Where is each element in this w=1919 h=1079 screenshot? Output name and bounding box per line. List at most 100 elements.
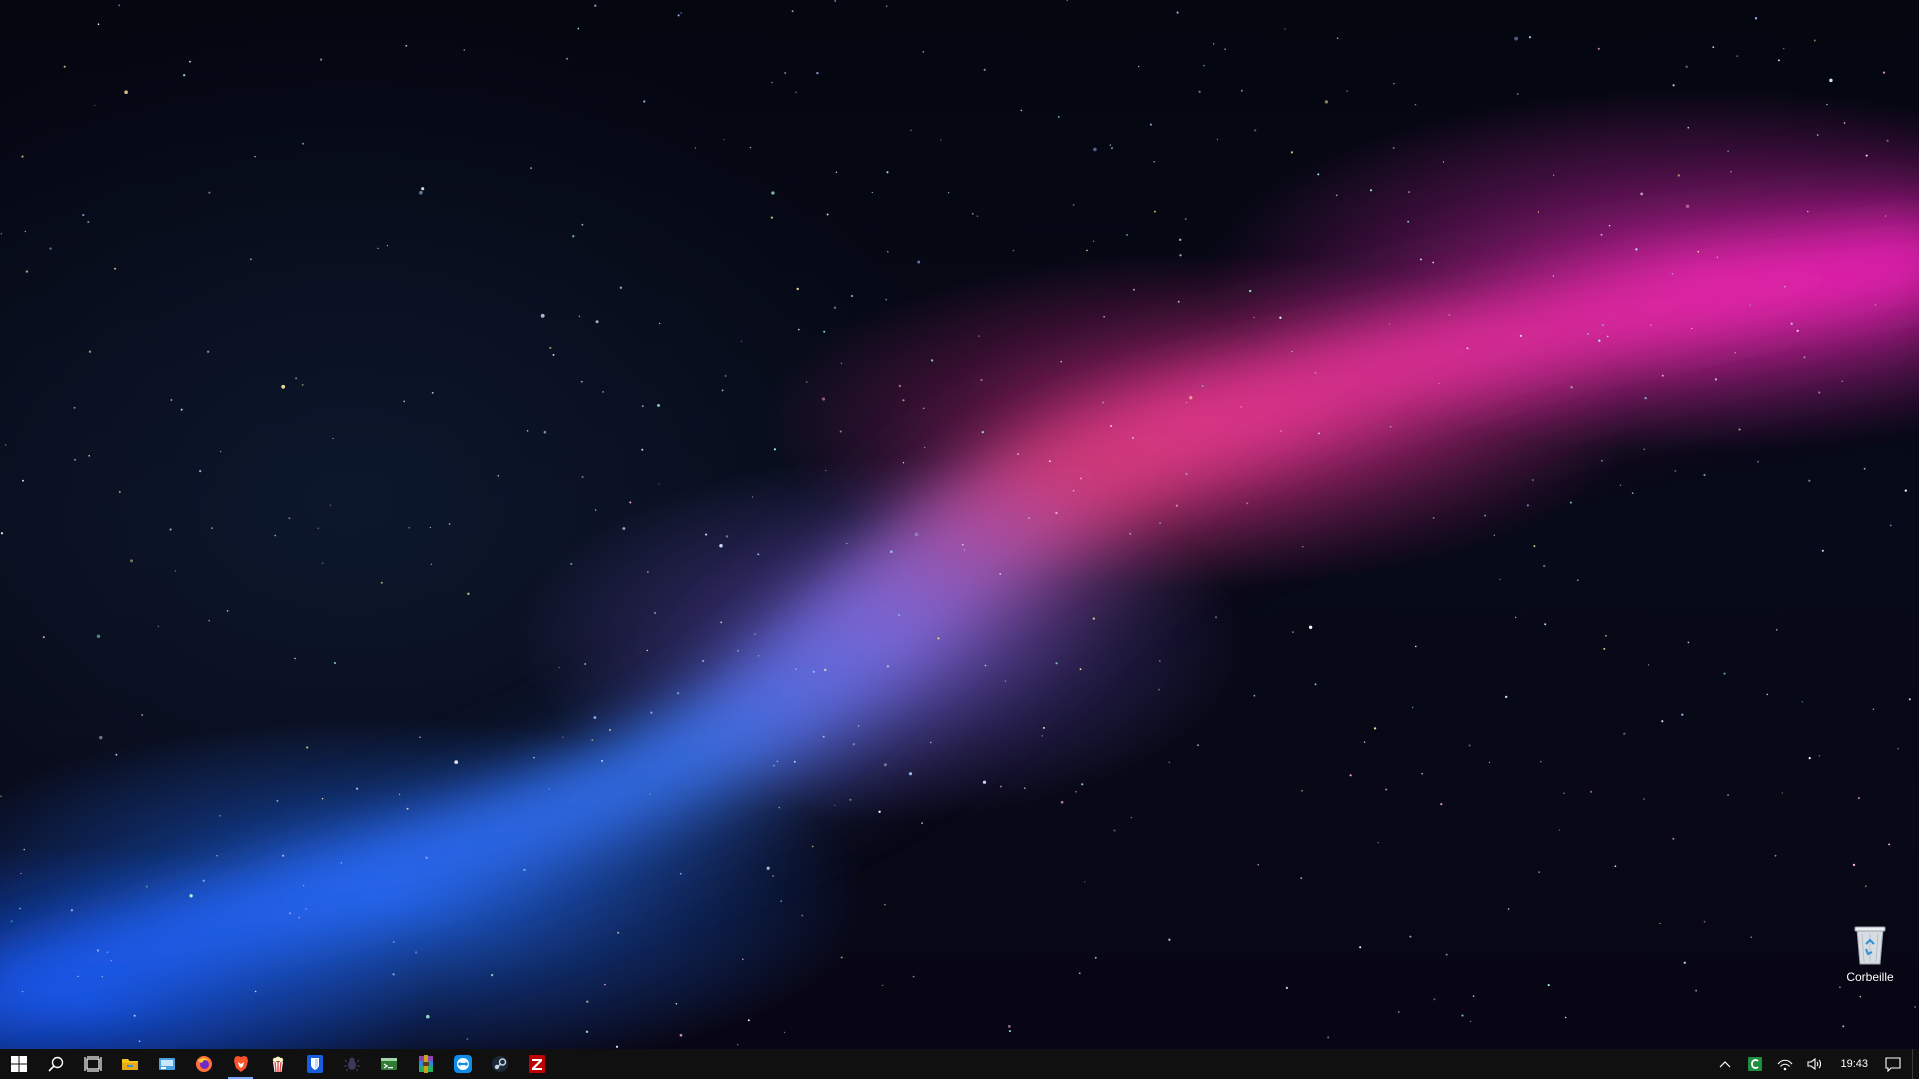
- star: [619, 286, 623, 289]
- star: [578, 315, 581, 318]
- star: [1110, 146, 1114, 150]
- action-center-button[interactable]: [1878, 1049, 1908, 1079]
- taskbar-app-firefox[interactable]: [185, 1049, 222, 1079]
- star: [448, 523, 451, 525]
- star: [878, 810, 881, 813]
- teamviewer-icon: [453, 1055, 472, 1073]
- taskbar: 19:43: [0, 1049, 1919, 1079]
- star: [294, 657, 296, 660]
- star: [49, 247, 52, 250]
- star: [1852, 863, 1856, 867]
- star: [581, 475, 584, 479]
- taskbar-app-brave[interactable]: [222, 1049, 259, 1079]
- taskbar-app-teamviewer[interactable]: [444, 1049, 481, 1079]
- star: [226, 610, 229, 612]
- star: [1526, 504, 1530, 507]
- star: [406, 807, 409, 810]
- star: [658, 322, 661, 325]
- star: [1409, 935, 1412, 938]
- star: [1683, 961, 1686, 964]
- star: [1042, 726, 1045, 729]
- star: [1291, 350, 1293, 353]
- star: [1674, 469, 1677, 473]
- star: [1714, 378, 1717, 381]
- star: [679, 872, 682, 875]
- star: [937, 637, 940, 640]
- star: [724, 374, 727, 377]
- star: [1754, 17, 1758, 20]
- star: [1184, 218, 1187, 220]
- star: [824, 668, 827, 672]
- star: [617, 931, 620, 934]
- taskbar-app-file-explorer[interactable]: [111, 1049, 148, 1079]
- star: [740, 340, 743, 342]
- star: [1177, 300, 1180, 303]
- star: [1129, 532, 1132, 535]
- taskbar-app-steam[interactable]: [481, 1049, 518, 1079]
- task-view-button[interactable]: [74, 1049, 111, 1079]
- star: [133, 1014, 136, 1017]
- desktop: Corbeille: [0, 0, 1919, 1049]
- star: [1888, 843, 1891, 846]
- star: [1528, 36, 1532, 39]
- star: [1285, 986, 1289, 990]
- star: [1216, 138, 1219, 141]
- star: [798, 328, 800, 331]
- star: [1440, 803, 1443, 806]
- search-button[interactable]: [37, 1049, 74, 1079]
- star: [1388, 323, 1391, 325]
- firefox-icon: [195, 1056, 212, 1072]
- star: [1564, 1016, 1567, 1019]
- star: [1363, 741, 1366, 743]
- star: [114, 267, 117, 270]
- taskbar-app-bug[interactable]: [333, 1049, 370, 1079]
- star: [747, 1019, 750, 1022]
- star: [1677, 174, 1680, 177]
- taskbar-app-popcorn[interactable]: [259, 1049, 296, 1079]
- star: [604, 983, 606, 986]
- taskbar-app-filezilla[interactable]: [518, 1049, 555, 1079]
- star: [1385, 788, 1388, 791]
- taskbar-app-winrar[interactable]: [407, 1049, 444, 1079]
- network-button[interactable]: [1770, 1049, 1800, 1079]
- filezilla-icon: [528, 1055, 545, 1073]
- star: [1084, 881, 1086, 883]
- search-icon: [47, 1056, 63, 1072]
- star: [408, 527, 410, 529]
- taskbar-app-control-panel[interactable]: [148, 1049, 185, 1079]
- star: [1335, 194, 1338, 197]
- tray-app-button[interactable]: [1740, 1049, 1770, 1079]
- star: [1635, 248, 1638, 251]
- star: [1507, 908, 1510, 910]
- show-desktop-button[interactable]: [1912, 1049, 1919, 1079]
- desktop-icon-recycle-bin[interactable]: Corbeille: [1842, 922, 1898, 984]
- star: [821, 397, 826, 401]
- star: [1240, 406, 1242, 408]
- star: [1094, 956, 1097, 959]
- show-hidden-icons-button[interactable]: [1710, 1049, 1740, 1079]
- star: [20, 872, 22, 875]
- star: [1397, 1011, 1400, 1013]
- star: [1697, 250, 1700, 253]
- star: [1092, 240, 1095, 242]
- star: [1041, 735, 1043, 737]
- taskbar-app-bitwarden[interactable]: [296, 1049, 333, 1079]
- star: [88, 455, 90, 457]
- star: [1650, 324, 1652, 327]
- taskbar-app-terminal[interactable]: [370, 1049, 407, 1079]
- volume-button[interactable]: [1800, 1049, 1830, 1079]
- star: [1547, 984, 1550, 987]
- star: [1818, 391, 1821, 394]
- star: [419, 736, 421, 739]
- popcorn-icon: [272, 1056, 283, 1073]
- clock[interactable]: 19:43: [1830, 1058, 1878, 1070]
- star: [1055, 662, 1058, 665]
- star: [922, 407, 925, 410]
- star: [1004, 680, 1007, 682]
- star: [1110, 425, 1113, 428]
- start-button[interactable]: [0, 1049, 37, 1079]
- star: [594, 509, 597, 511]
- star: [288, 517, 291, 520]
- star: [208, 619, 211, 622]
- star: [96, 634, 101, 638]
